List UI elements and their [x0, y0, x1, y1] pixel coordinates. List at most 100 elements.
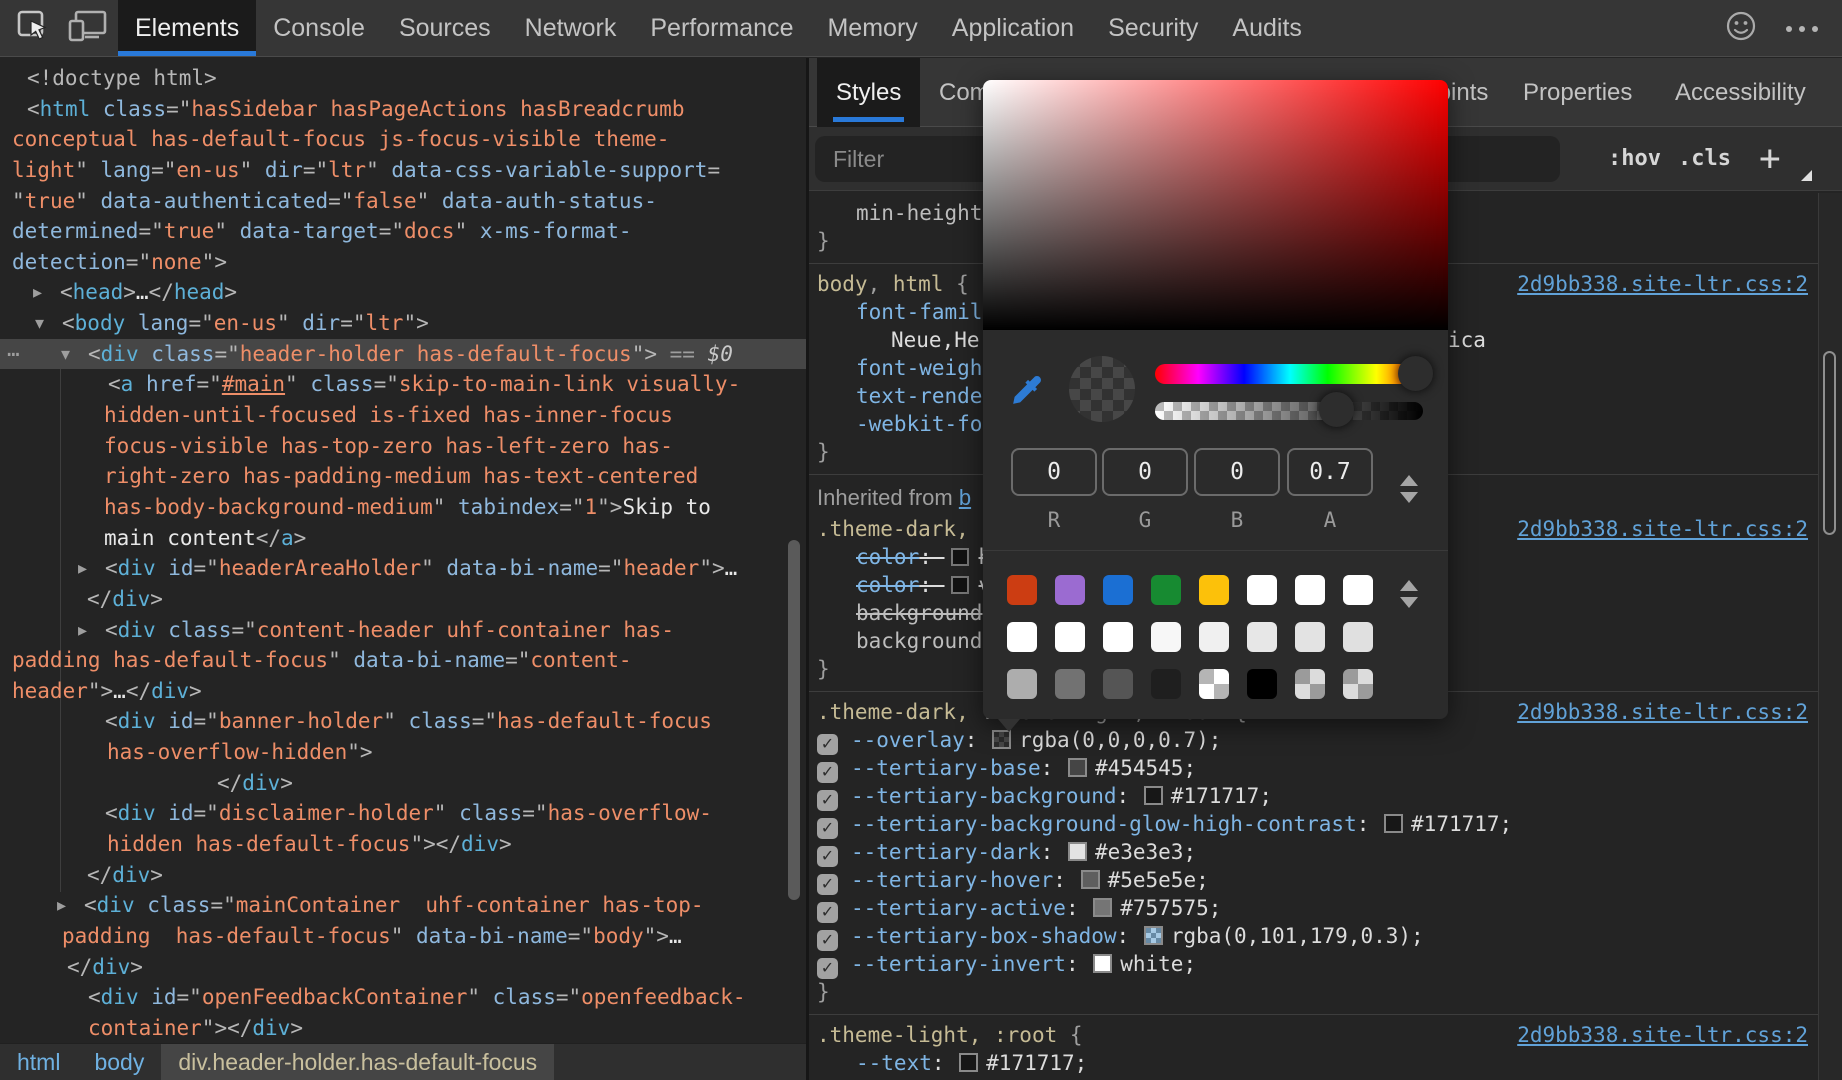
color-swatch[interactable] — [959, 1053, 978, 1072]
red-input[interactable]: 0 — [1011, 448, 1097, 496]
dom-tree-node[interactable]: ▸<head>…</head> — [0, 277, 806, 308]
tab-console[interactable]: Console — [256, 0, 382, 56]
css-declaration[interactable]: ✓--tertiary-box-shadow: rgba(0,101,179,0… — [809, 922, 1818, 950]
palette-swatch[interactable] — [1199, 669, 1229, 699]
dom-tree-node[interactable]: hidden-until-focused is-fixed has-inner-… — [0, 400, 806, 431]
palette-swatch[interactable] — [1055, 669, 1085, 699]
dom-tree-node[interactable]: <div id="banner-holder" class="has-defau… — [0, 706, 806, 737]
palette-swatch[interactable] — [1343, 575, 1373, 605]
palette-swatch[interactable] — [1055, 622, 1085, 652]
dom-tree-node[interactable]: has-overflow-hidden"> — [0, 737, 806, 768]
palette-swatch[interactable] — [1103, 575, 1133, 605]
palette-swatch[interactable] — [1103, 622, 1133, 652]
color-swatch[interactable] — [1093, 898, 1112, 917]
dom-tree-node[interactable]: padding has-default-focus" data-bi-name=… — [0, 921, 806, 952]
declaration-checkbox[interactable]: ✓ — [817, 790, 838, 811]
color-swatch[interactable] — [1144, 786, 1163, 805]
dom-tree-node[interactable]: padding has-default-focus" data-bi-name=… — [0, 645, 806, 676]
toggle-element-state-button[interactable]: :hov — [1608, 127, 1661, 190]
stylesheet-link[interactable]: 2d9bb338.site-ltr.css:2 — [1517, 1021, 1808, 1049]
palette-swatch[interactable] — [1247, 669, 1277, 699]
css-rule-line[interactable]: } — [809, 978, 1818, 1006]
css-declaration[interactable]: ✓--tertiary-base: #454545; — [809, 754, 1818, 782]
color-swatch[interactable] — [1068, 842, 1087, 861]
dom-tree-node[interactable]: "true" data-authenticated="false" data-a… — [0, 186, 806, 217]
palette-swatch[interactable] — [1343, 622, 1373, 652]
color-swatch[interactable] — [992, 730, 1011, 749]
palette-swatch[interactable] — [1007, 622, 1037, 652]
saturation-brightness-gradient[interactable] — [983, 80, 1448, 330]
breadcrumb-item[interactable]: body — [77, 1044, 161, 1080]
styles-scrollbar-thumb[interactable] — [1823, 351, 1836, 535]
declaration-checkbox[interactable]: ✓ — [817, 818, 838, 839]
dom-tree-node[interactable]: container"></div> — [0, 1013, 806, 1043]
dom-tree-node[interactable]: </div> — [0, 768, 806, 799]
dom-tree-node[interactable]: </div> — [0, 952, 806, 983]
dom-tree-node[interactable]: detection="none"> — [0, 247, 806, 278]
color-swatch[interactable] — [1144, 926, 1163, 945]
color-swatch[interactable] — [1093, 954, 1112, 973]
palette-swatch[interactable] — [1199, 575, 1229, 605]
color-swatch[interactable] — [1384, 814, 1403, 833]
palette-swatch[interactable] — [1151, 622, 1181, 652]
new-style-rule-button[interactable]: + — [1759, 127, 1781, 190]
css-declaration[interactable]: ✓--tertiary-dark: #e3e3e3; — [809, 838, 1818, 866]
dom-tree-node[interactable]: has-body-background-medium" tabindex="1"… — [0, 492, 806, 523]
dom-tree-node[interactable]: determined="true" data-target="docs" x-m… — [0, 216, 806, 247]
dom-tree-node[interactable]: </div> — [0, 584, 806, 615]
declaration-checkbox[interactable]: ✓ — [817, 734, 838, 755]
dom-tree-node[interactable]: <div id="openFeedbackContainer" class="o… — [0, 982, 806, 1013]
tab-sources[interactable]: Sources — [382, 0, 508, 56]
device-toolbar-icon[interactable] — [67, 8, 109, 49]
dom-tree-node[interactable]: </div> — [0, 860, 806, 891]
dom-tree-node[interactable]: <a href="#main" class="skip-to-main-link… — [0, 369, 806, 400]
palette-swatch[interactable] — [1343, 669, 1373, 699]
css-rule-line[interactable]: --text: #171717; — [809, 1049, 1818, 1077]
collapse-arrow-icon[interactable]: ▾ — [61, 339, 70, 370]
dom-tree-node[interactable]: conceptual has-default-focus js-focus-vi… — [0, 124, 806, 155]
elements-scrollbar[interactable] — [788, 540, 800, 900]
dom-tree-node[interactable]: ▾<body lang="en-us" dir="ltr"> — [0, 308, 806, 339]
dom-tree-node[interactable]: right-zero has-padding-medium has-text-c… — [0, 461, 806, 492]
inspect-icon[interactable] — [14, 7, 51, 49]
alpha-slider-handle[interactable] — [1319, 392, 1354, 427]
palette-swatch[interactable] — [1247, 575, 1277, 605]
alpha-input[interactable]: 0.7 — [1287, 448, 1373, 496]
tab-security[interactable]: Security — [1091, 0, 1215, 56]
palette-spinner[interactable] — [1400, 580, 1418, 608]
css-rule-line[interactable]: .theme-light, :root {2d9bb338.site-ltr.c… — [809, 1021, 1818, 1049]
color-swatch[interactable] — [951, 576, 969, 594]
declaration-checkbox[interactable]: ✓ — [817, 958, 838, 979]
palette-swatch[interactable] — [1007, 669, 1037, 699]
green-input[interactable]: 0 — [1102, 448, 1188, 496]
css-declaration[interactable]: ✓--tertiary-invert: white; — [809, 950, 1818, 978]
css-declaration[interactable]: ✓--tertiary-active: #757575; — [809, 894, 1818, 922]
stylesheet-link[interactable]: 2d9bb338.site-ltr.css:2 — [1517, 515, 1808, 543]
current-color-swatch[interactable] — [1069, 356, 1135, 422]
tab-elements[interactable]: Elements — [118, 0, 256, 56]
eyedropper-icon[interactable] — [1007, 372, 1045, 415]
breadcrumb-item[interactable]: div.header-holder.has-default-focus — [161, 1044, 554, 1080]
dom-tree-node[interactable]: hidden has-default-focus"></div> — [0, 829, 806, 860]
palette-swatch[interactable] — [1295, 622, 1325, 652]
declaration-checkbox[interactable]: ✓ — [817, 846, 838, 867]
sidebar-tab-styles[interactable]: Styles — [817, 58, 920, 127]
dom-tree-node[interactable]: ▸<div class="mainContainer uhf-container… — [0, 890, 806, 921]
tab-memory[interactable]: Memory — [810, 0, 934, 56]
palette-swatch[interactable] — [1295, 575, 1325, 605]
palette-swatch[interactable] — [1151, 575, 1181, 605]
palette-swatch[interactable] — [1295, 669, 1325, 699]
element-classes-button[interactable]: .cls — [1678, 127, 1731, 190]
blue-input[interactable]: 0 — [1194, 448, 1280, 496]
declaration-checkbox[interactable]: ✓ — [817, 902, 838, 923]
alpha-slider[interactable] — [1155, 402, 1423, 420]
stylesheet-link[interactable]: 2d9bb338.site-ltr.css:2 — [1517, 698, 1808, 726]
sidebar-tab-accessibility[interactable]: Accessibility — [1675, 58, 1806, 127]
expand-arrow-icon[interactable]: ▸ — [33, 277, 42, 308]
color-swatch[interactable] — [1068, 758, 1087, 777]
declaration-checkbox[interactable]: ✓ — [817, 930, 838, 951]
declaration-checkbox[interactable]: ✓ — [817, 762, 838, 783]
palette-swatch[interactable] — [1199, 622, 1229, 652]
hue-slider-handle[interactable] — [1398, 356, 1433, 391]
color-swatch[interactable] — [951, 548, 969, 566]
